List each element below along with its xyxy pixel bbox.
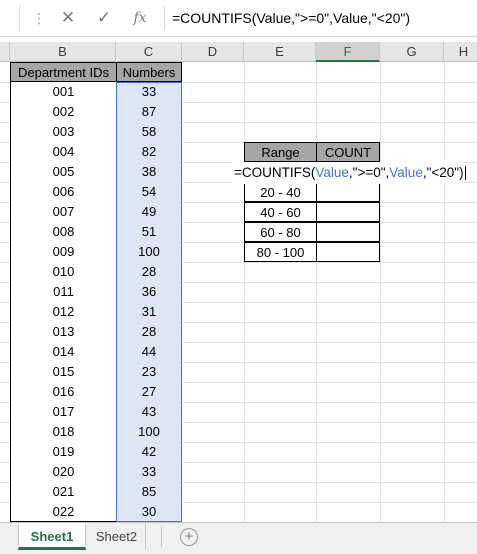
header-department-ids[interactable]: Department IDs [10,62,117,82]
column-header-c[interactable]: C [116,42,182,62]
range-cell[interactable]: 40 - 60 [244,202,317,222]
number-cell[interactable]: 28 [116,262,182,282]
select-all-corner[interactable] [0,42,10,62]
count-cell[interactable] [316,202,380,222]
formula-bar-grip-icon[interactable]: ⋮ [32,9,46,27]
column-headers: B C D E F G H [0,42,477,62]
formula-text: ,">=0", [348,165,390,180]
department-id-cell[interactable]: 001 [10,82,117,103]
tab-sheet1[interactable]: Sheet1 [18,523,86,550]
count-cell[interactable] [316,242,380,262]
department-id-cell[interactable]: 021 [10,482,117,503]
number-cell[interactable]: 82 [116,142,182,162]
number-cell[interactable]: 38 [116,162,182,182]
formula-reference: Value [389,165,423,180]
department-id-cell[interactable]: 015 [10,362,117,383]
number-cell[interactable]: 30 [116,502,182,522]
number-cell[interactable]: 33 [116,462,182,482]
worksheet-grid[interactable]: Department IDs Numbers 001 33 002 87 003 58 00… [0,62,477,522]
insert-function-icon[interactable]: fx [130,8,150,28]
department-id-cell[interactable]: 014 [10,342,117,363]
department-id-cell[interactable]: 004 [10,142,117,163]
range-cell[interactable]: 60 - 80 [244,222,317,242]
count-cell[interactable] [316,222,380,242]
number-cell[interactable]: 100 [116,422,182,442]
department-id-cell[interactable]: 003 [10,122,117,143]
range-cell[interactable]: 20 - 40 [244,182,317,202]
department-id-cell[interactable]: 007 [10,202,117,223]
department-id-cell[interactable]: 016 [10,382,117,403]
department-id-cell[interactable]: 008 [10,222,117,243]
tab-label: Sheet2 [95,529,138,544]
enter-icon[interactable]: ✓ [94,8,114,28]
number-cell[interactable]: 54 [116,182,182,202]
gridline [244,62,245,522]
formula-text: =COUNTIFS( [234,165,316,180]
column-header-g[interactable]: G [380,42,444,62]
number-cell[interactable]: 28 [116,322,182,342]
column-header-d[interactable]: D [182,42,244,62]
formula-text: ,"<20") [422,165,464,180]
department-id-cell[interactable]: 010 [10,262,117,283]
gridline [380,62,381,522]
number-cell[interactable]: 31 [116,302,182,322]
department-id-cell[interactable]: 018 [10,422,117,443]
department-id-cell[interactable]: 017 [10,402,117,423]
number-cell[interactable]: 23 [116,362,182,382]
department-id-cell[interactable]: 013 [10,322,117,343]
tab-sheet2[interactable]: Sheet2 [88,523,146,550]
department-id-cell[interactable]: 006 [10,182,117,203]
sheet-tab-bar: Sheet1 Sheet2 + [0,522,477,554]
active-cell-editor[interactable]: =COUNTIFS(Value,">=0",Value,"<20") [232,162,466,184]
department-id-cell[interactable]: 019 [10,442,117,463]
column-header-f[interactable]: F [316,42,380,62]
column-header-e[interactable]: E [244,42,316,62]
text-cursor [464,166,466,181]
tab-label: Sheet1 [30,529,74,544]
name-box-edge[interactable] [0,4,20,32]
range-table-header-count[interactable]: COUNT [316,142,380,162]
range-table-header-range[interactable]: Range [244,142,317,162]
column-header-b[interactable]: B [10,42,116,62]
number-cell[interactable]: 42 [116,442,182,462]
department-id-cell[interactable]: 009 [10,242,117,263]
gridline [316,62,317,522]
formula-bar: ⋮ ✕ ✓ fx =COUNTIFS(Value,">=0",Value,"<2… [0,0,477,37]
department-id-cell[interactable]: 011 [10,282,117,303]
formula-bar-divider [164,6,165,30]
count-cell[interactable] [316,182,380,202]
number-cell[interactable]: 43 [116,402,182,422]
department-id-cell[interactable]: 020 [10,462,117,483]
number-cell[interactable]: 85 [116,482,182,502]
formula-bar-border [0,36,477,37]
tab-divider [161,527,162,547]
department-id-cell[interactable]: 012 [10,302,117,323]
number-cell[interactable]: 49 [116,202,182,222]
formula-input[interactable]: =COUNTIFS(Value,">=0",Value,"<20") [168,4,477,32]
department-id-cell[interactable]: 002 [10,102,117,123]
number-cell[interactable]: 33 [116,82,182,102]
number-cell[interactable]: 58 [116,122,182,142]
department-id-cell[interactable]: 022 [10,502,117,522]
column-header-h[interactable]: H [444,42,477,62]
number-cell[interactable]: 27 [116,382,182,402]
number-cell[interactable]: 36 [116,282,182,302]
formula-reference: Value [315,165,349,180]
add-sheet-icon[interactable]: + [180,528,198,546]
cancel-icon[interactable]: ✕ [58,8,78,28]
number-cell[interactable]: 100 [116,242,182,262]
department-id-cell[interactable]: 005 [10,162,117,183]
range-cell[interactable]: 80 - 100 [244,242,317,262]
number-cell[interactable]: 44 [116,342,182,362]
number-cell[interactable]: 51 [116,222,182,242]
header-numbers[interactable]: Numbers [116,62,182,82]
number-cell[interactable]: 87 [116,102,182,122]
gridline [444,62,445,522]
